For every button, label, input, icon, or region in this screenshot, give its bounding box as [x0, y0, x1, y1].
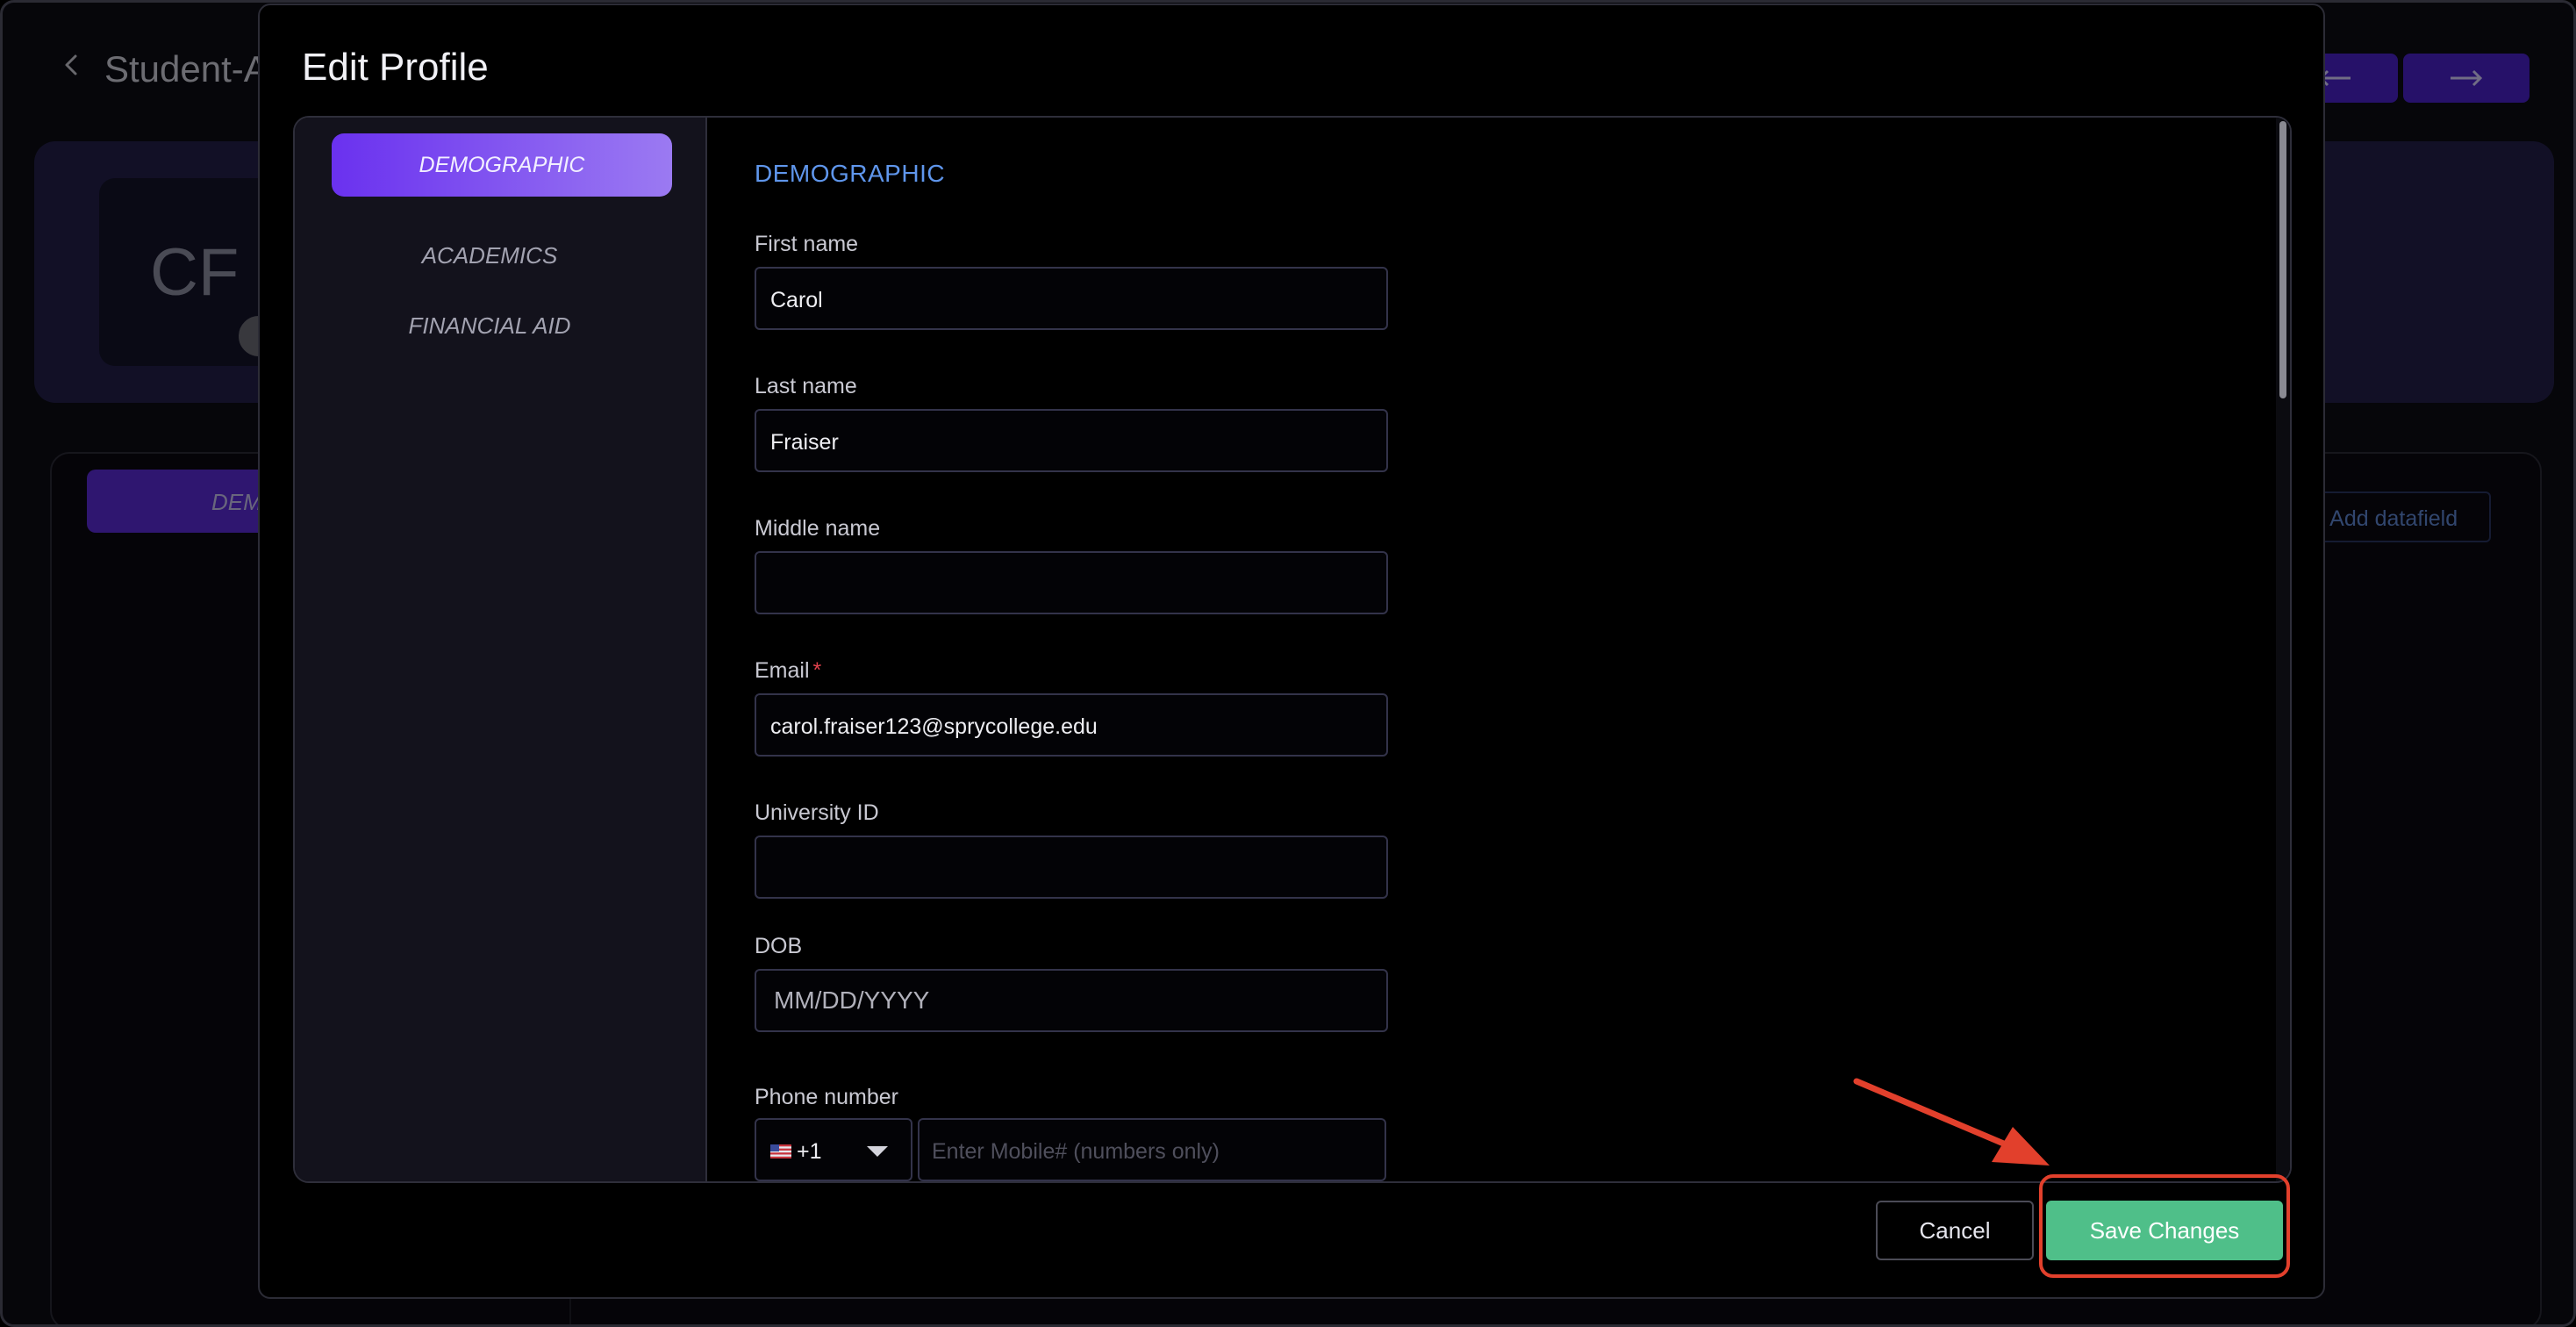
university-id-field[interactable]	[755, 836, 1388, 899]
email-label: Email *	[755, 658, 821, 684]
us-flag-icon	[770, 1144, 791, 1158]
email-label-text: Email	[755, 658, 810, 683]
tab-demographic[interactable]: DEMOGRAPHIC	[332, 133, 672, 197]
annotation-arrow	[1853, 1078, 2050, 1166]
modal-sidebar: DEMOGRAPHIC ACADEMICS FINANCIAL AID	[295, 118, 707, 1181]
middle-name-label: Middle name	[755, 516, 881, 541]
university-id-label: University ID	[755, 800, 879, 825]
modal-body: DEMOGRAPHIC ACADEMICS FINANCIAL AID DEMO…	[293, 116, 2292, 1183]
tab-academics[interactable]: ACADEMICS	[295, 242, 684, 269]
middle-name-field[interactable]	[755, 551, 1388, 614]
cancel-button[interactable]: Cancel	[1876, 1201, 2034, 1260]
last-name-field[interactable]: Fraiser	[755, 409, 1388, 472]
modal-title: Edit Profile	[302, 46, 489, 89]
first-name-label: First name	[755, 232, 859, 256]
last-name-label: Last name	[755, 374, 857, 398]
dropdown-caret-icon	[867, 1146, 888, 1157]
scrollbar-thumb[interactable]	[2279, 121, 2286, 398]
section-title: DEMOGRAPHIC	[755, 160, 946, 187]
country-code-select[interactable]: +1	[755, 1118, 912, 1181]
dob-field[interactable]: MM/DD/YYYY	[755, 969, 1388, 1032]
save-highlight-box	[2039, 1174, 2290, 1278]
phone-label: Phone number	[755, 1085, 899, 1109]
phone-number-input[interactable]: Enter Mobile# (numbers only)	[918, 1118, 1386, 1181]
dob-label: DOB	[755, 934, 803, 958]
modal-form: DEMOGRAPHIC First name Carol Last name F…	[707, 118, 2290, 1181]
first-name-field[interactable]: Carol	[755, 267, 1388, 330]
country-code: +1	[797, 1139, 822, 1164]
email-field[interactable]: carol.fraiser123@sprycollege.edu	[755, 693, 1388, 757]
tab-financial-aid[interactable]: FINANCIAL AID	[295, 312, 684, 340]
scrollbar[interactable]	[2276, 118, 2290, 1181]
required-mark: *	[812, 658, 822, 683]
